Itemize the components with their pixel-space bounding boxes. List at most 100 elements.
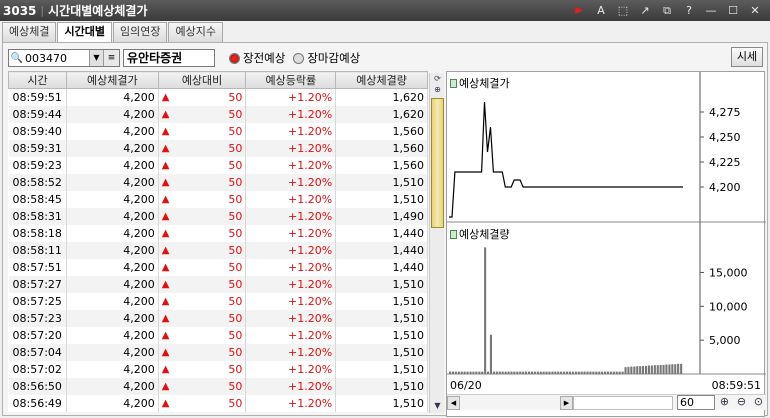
up-arrow-icon: ▲	[161, 176, 170, 188]
volume-bar	[627, 366, 630, 374]
zoom-icon[interactable]: ⊕	[431, 85, 444, 96]
zoom-input[interactable]: 60	[677, 395, 715, 410]
help-icon[interactable]: ?	[678, 4, 700, 17]
table-row[interactable]: 08:57:02 4,200 ▲ 50 +1.20% 1,510	[8, 360, 428, 378]
refresh-icon[interactable]: ⟳	[431, 74, 444, 85]
table-cell: ▲ 50	[158, 275, 247, 293]
up-arrow-icon: ▲	[161, 142, 170, 154]
volume-bar	[545, 371, 548, 374]
table-cell: +1.20%	[245, 377, 337, 395]
scroll-down-icon[interactable]: ▼	[431, 401, 444, 412]
table-row[interactable]: 08:58:18 4,200 ▲ 50 +1.20% 1,440	[8, 224, 428, 242]
table-cell: 08:58:31	[8, 207, 67, 225]
radio-dot-close[interactable]	[293, 52, 305, 64]
table-row[interactable]: 08:57:51 4,200 ▲ 50 +1.20% 1,440	[8, 258, 428, 276]
chevron-down-icon[interactable]: ▼	[89, 50, 103, 66]
radio-close-market[interactable]: 장마감예상	[293, 50, 360, 66]
volume-bar	[650, 365, 653, 374]
volume-bar	[624, 367, 627, 374]
table-row[interactable]: 08:57:25 4,200 ▲ 50 +1.20% 1,510	[8, 292, 428, 310]
radio-pre-market[interactable]: 장전예상	[229, 50, 285, 66]
volume-bar	[554, 371, 557, 374]
tab-0[interactable]: 예상체결	[2, 22, 57, 42]
stock-code-field[interactable]: 🔍 003470 ▼ ≡	[8, 49, 120, 67]
table-cell: 08:57:23	[8, 309, 67, 327]
scroll-right-icon[interactable]: ▶	[560, 395, 573, 410]
up-arrow-icon: ▲	[161, 244, 170, 256]
maximize-icon[interactable]: ☐	[722, 4, 744, 17]
scroll-thumb[interactable]	[431, 98, 444, 228]
table-row[interactable]: 08:59:44 4,200 ▲ 50 +1.20% 1,620	[8, 105, 428, 123]
table-body: 08:59:51 4,200 ▲ 50 +1.20% 1,620 08:59:44 4,200…	[8, 88, 428, 412]
tab-2[interactable]: 임의연장	[112, 22, 168, 42]
table-row[interactable]: 08:59:51 4,200 ▲ 50 +1.20% 1,620	[8, 88, 428, 106]
zoom-in-icon[interactable]: ⊕	[717, 395, 732, 410]
table-row[interactable]: 08:57:27 4,200 ▲ 50 +1.20% 1,510	[8, 275, 428, 293]
table-row[interactable]: 08:57:23 4,200 ▲ 50 +1.20% 1,510	[8, 309, 428, 327]
table-cell: 4,200	[66, 292, 159, 310]
column-header[interactable]: 예상대비	[157, 71, 247, 89]
table-row[interactable]: 08:56:49 4,200 ▲ 50 +1.20% 1,510	[8, 394, 428, 412]
volume-bar	[589, 371, 592, 374]
volume-bar	[495, 371, 498, 374]
volume-bar	[501, 371, 504, 374]
control-row: 🔍 003470 ▼ ≡ 유안타증권 장전예상 장마감예상	[8, 48, 360, 68]
minimize-icon[interactable]: —	[700, 4, 722, 17]
up-arrow-icon: ▲	[161, 346, 170, 358]
zoom-out-icon[interactable]: ⊖	[734, 395, 749, 410]
price-line	[449, 101, 683, 218]
radio-close-label: 장마감예상	[307, 51, 361, 65]
sise-button[interactable]: 시세	[731, 47, 763, 67]
table-row[interactable]: 08:57:20 4,200 ▲ 50 +1.20% 1,510	[8, 326, 428, 344]
book-icon[interactable]: ≡	[103, 50, 119, 66]
window-title: 시간대별예상체결가	[48, 4, 148, 18]
table-row[interactable]: 08:59:23 4,200 ▲ 50 +1.20% 1,560	[8, 156, 428, 174]
column-header[interactable]: 예상등락률	[245, 71, 337, 89]
scroll-left-icon[interactable]: ◀	[447, 395, 460, 410]
table-cell: +1.20%	[245, 343, 337, 361]
column-header[interactable]: 예상체결량	[335, 71, 428, 89]
volume-bar	[642, 365, 645, 374]
table-row[interactable]: 08:58:45 4,200 ▲ 50 +1.20% 1,510	[8, 190, 428, 208]
play-icon[interactable]: ▶	[568, 5, 590, 16]
series-icon	[450, 78, 457, 88]
zoom-reset-icon[interactable]: ⊙	[751, 395, 766, 410]
table-cell: +1.20%	[245, 326, 337, 344]
table-row[interactable]: 08:58:11 4,200 ▲ 50 +1.20% 1,440	[8, 241, 428, 259]
zoom-slider[interactable]	[573, 395, 673, 410]
search-icon[interactable]: 🔍	[9, 53, 25, 64]
up-arrow-icon: ▲	[161, 363, 170, 375]
table-row[interactable]: 08:58:52 4,200 ▲ 50 +1.20% 1,510	[8, 173, 428, 191]
stock-code-input[interactable]: 003470	[25, 52, 89, 65]
table-cell: 1,490	[335, 207, 428, 225]
table-cell: 4,200	[66, 309, 159, 327]
table-cell: 1,510	[335, 309, 428, 327]
table-row[interactable]: 08:59:40 4,200 ▲ 50 +1.20% 1,560	[8, 122, 428, 140]
table-row[interactable]: 08:58:31 4,200 ▲ 50 +1.20% 1,490	[8, 207, 428, 225]
table-row[interactable]: 08:56:50 4,200 ▲ 50 +1.20% 1,510	[8, 377, 428, 395]
column-header[interactable]: 시간	[8, 71, 67, 89]
table-row[interactable]: 08:59:31 4,200 ▲ 50 +1.20% 1,560	[8, 139, 428, 157]
title-separator: |	[40, 4, 45, 17]
tab-3[interactable]: 예상지수	[168, 22, 223, 42]
volume-bar	[475, 371, 478, 374]
column-header[interactable]: 예상체결가	[65, 71, 159, 89]
link-icon[interactable]: ↗	[634, 4, 656, 17]
table-cell: 08:57:25	[8, 292, 67, 310]
table-cell: 1,510	[335, 326, 428, 344]
table-cell: 1,510	[335, 190, 428, 208]
radio-dot-pre[interactable]	[229, 52, 240, 64]
close-icon[interactable]: ✕	[744, 4, 766, 17]
table-cell: 4,200	[66, 139, 159, 157]
tab-1[interactable]: 시간대별	[57, 22, 112, 43]
volume-bar	[621, 371, 624, 374]
vertical-scrollbar[interactable]: ⟳ ⊕ ▼	[429, 73, 444, 413]
pin-icon[interactable]: ⬚	[612, 4, 634, 17]
table-row[interactable]: 08:57:04 4,200 ▲ 50 +1.20% 1,510	[8, 343, 428, 361]
volume-bar	[580, 371, 583, 374]
copy-icon[interactable]: ⧉	[656, 4, 678, 18]
volume-bar	[677, 363, 680, 374]
volume-bar	[598, 371, 601, 374]
font-icon[interactable]: A	[590, 4, 612, 17]
volume-bar	[530, 371, 533, 374]
